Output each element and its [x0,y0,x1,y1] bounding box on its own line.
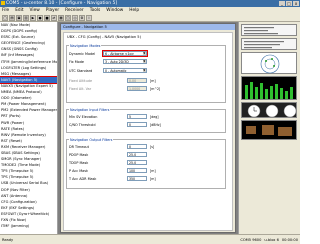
utc-standard-select[interactable]: 0 - Automatic ▼ [103,68,147,73]
toolbar: ▢ ▤ ▣ ▥ ▶ ● ■ ⇄ ▦ ◫ ◎ ⚙ i [0,14,300,22]
signal-view[interactable] [241,76,297,100]
fixed-altitude-unit: [m] [150,79,156,83]
maximize-button[interactable]: □ [286,1,292,6]
clock-icon [247,104,297,118]
fix-mode-select[interactable]: 3 - Auto 2D/3D ▼ [103,59,147,64]
dr-timeout-unit: [s] [150,145,155,149]
close-button[interactable]: x [293,1,299,6]
nav-input-filters-group: Navigation Input Filters Min SV Elevatio… [66,107,226,133]
configure-window-title: Configure - Navigation 5 [61,24,235,30]
map-icon[interactable]: ◫ [65,14,71,21]
data-view[interactable] [241,24,297,36]
window-title: COM5 - u-center 8.10 - [Configure - Navi… [6,1,118,6]
fix-mode-value: 3 - Auto 2D/3D [105,60,129,64]
fixed-altitude-field: 0.00 [127,78,147,83]
data-view-lines [244,27,278,35]
menu-receiver[interactable]: Receiver [65,7,84,14]
new-icon[interactable]: ▢ [2,14,8,21]
p-acc-mask-unit: [m] [150,169,156,173]
status-ready: Ready [2,238,14,242]
world-map-icon [246,125,292,136]
chevron-down-icon[interactable]: ▼ [142,60,146,63]
utc-standard-value: 0 - Automatic [105,69,127,73]
nav-modes-group: Navigation Modes Dynamic Model 6 - Airbo… [66,43,226,103]
nav-input-filters-title: Navigation Input Filters [69,107,111,112]
tree-item[interactable]: ITMF (Jamming) [0,223,57,229]
config-header: UBX - CFG (Config) - NAV5 (Navigation 5) [67,35,141,39]
fix-mode-label: Fix Mode [69,60,84,64]
menu-player[interactable]: Player [46,7,59,14]
time-view[interactable] [241,102,297,118]
cno-threshold-label: C/NO Threshold [69,123,96,127]
configure-window: Configure - Navigation 5 UBX - CFG (Conf… [60,23,236,233]
tdop-mask-label: TDOP Mask [69,161,89,165]
menu-tools[interactable]: Tools [90,7,101,14]
title-bar: COM5 - u-center 8.10 - [Configure - Navi… [0,0,300,7]
status-bar: Ready COM5 9600 u-blox 6 00:00:00 [0,234,300,244]
message-tree[interactable]: NAV (Nav Mode) DGPS (DGPS config) ESRC (Ex… [0,22,58,234]
p-acc-mask-field[interactable]: 100 [127,168,147,173]
sky-view[interactable] [241,52,297,74]
menu-file[interactable]: File [2,7,9,14]
menu-help[interactable]: Help [129,7,139,14]
save-icon[interactable]: ▣ [16,14,22,21]
menu-view[interactable]: View [30,7,40,14]
fixed-altitude-label: Fixed Altitude [69,79,93,83]
dr-timeout-label: DR Timeout [69,145,89,149]
t-acc-mask-field[interactable]: 350 [127,176,147,181]
play-icon[interactable]: ▶ [30,14,36,21]
pdop-mask-label: PDOP Mask [69,153,89,157]
cno-threshold-unit: [dBHz] [150,123,161,127]
dr-timeout-field[interactable]: 0 [127,144,147,149]
menu-window[interactable]: Window [106,7,123,14]
satellite-icon [260,54,280,74]
p-acc-mask-label: P Acc Mask [69,169,88,173]
minimize-button[interactable]: _ [279,1,285,6]
t-acc-mask-unit: [m] [150,177,156,181]
open-icon[interactable]: ▤ [9,14,15,21]
t-acc-mask-label: T Acc ADR Mask [69,177,97,181]
configure-panel: UBX - CFG (Config) - NAV5 (Navigation 5)… [63,32,233,231]
list-view[interactable] [241,38,297,50]
fixed-alt-var-label: Fixed Alt. Var [69,87,92,91]
connect-icon[interactable]: ⇄ [51,14,57,21]
fixed-alt-var-unit: [m^2] [150,87,161,91]
fixed-alt-var-field: 1.0000 [127,86,147,91]
tree-item[interactable]: ITFM (Jamming/Interference Mo [0,59,57,65]
info-icon[interactable]: i [86,14,92,21]
sky-icon[interactable]: ◎ [72,14,78,21]
chevron-down-icon[interactable]: ▼ [142,69,146,72]
print-icon[interactable]: ▥ [23,14,29,21]
pdop-mask-field[interactable]: 25.0 [127,152,147,157]
right-panel [238,22,300,234]
record-icon[interactable]: ● [37,14,43,21]
menu-bar: File Edit View Player Receiver Tools Win… [0,7,300,14]
dynamic-model-label: Dynamic Model [69,52,96,56]
nav-modes-title: Navigation Modes [69,43,102,48]
tdop-mask-field[interactable]: 25.0 [127,160,147,165]
settings-icon[interactable]: ⚙ [79,14,85,21]
cno-threshold-field[interactable]: 0 [127,122,147,127]
min-sv-elevation-field[interactable]: 5 [127,114,147,119]
status-time: 00:00:00 [281,238,298,242]
app-icon [1,1,5,5]
world-map-view[interactable] [241,120,297,140]
min-sv-elevation-unit: [deg] [150,115,159,119]
min-sv-elevation-label: Min SV Elevation [69,115,98,119]
highlight-box [102,50,148,57]
signal-bars-icon [245,82,293,99]
stop-icon[interactable]: ■ [44,14,50,21]
nav-output-filters-title: Navigation Output Filters [69,137,114,142]
list-view-lines [244,41,284,49]
status-port: COM5 9600 [240,238,262,242]
menu-edit[interactable]: Edit [15,7,23,14]
status-receiver: u-blox 6 [264,238,279,242]
utc-standard-label: UTC Standard [69,69,93,73]
chart-icon[interactable]: ▦ [58,14,64,21]
nav-output-filters-group: Navigation Output Filters DR Timeout 0 [… [66,137,226,189]
